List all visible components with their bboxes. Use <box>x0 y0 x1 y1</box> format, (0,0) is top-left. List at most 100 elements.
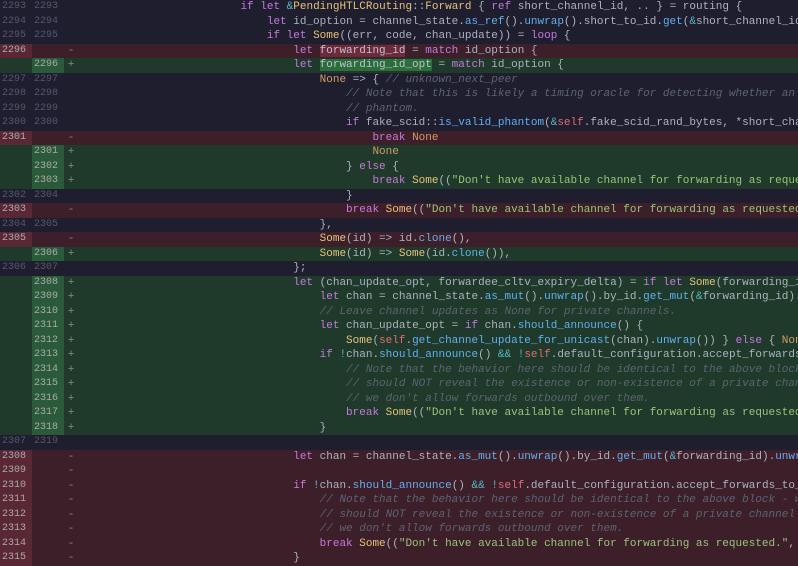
diff-line[interactable]: 2308+ let (chan_update_opt, forwardee_cl… <box>0 276 798 291</box>
code-content: let chan = channel_state.as_mut().unwrap… <box>78 450 798 465</box>
line-number-old: 2297 <box>0 73 32 88</box>
diff-line[interactable]: 2306+ Some(id) => Some(id.clone()), <box>0 247 798 262</box>
line-number-new: 2301 <box>32 145 64 160</box>
code-content: break Some(("Don't have available channe… <box>78 203 798 218</box>
code-content: // phantom. <box>78 102 798 117</box>
diff-marker: - <box>64 522 78 537</box>
diff-line[interactable]: 22992299 // phantom. <box>0 102 798 117</box>
diff-line[interactable]: 2313- // we don't allow forwards outboun… <box>0 522 798 537</box>
diff-line[interactable]: 22972297 None => { // unknown_next_peer <box>0 73 798 88</box>
diff-line[interactable]: 22952295 if let Some((err, code, chan_up… <box>0 29 798 44</box>
line-number-new: 2295 <box>32 29 64 44</box>
code-content: break Some(("Don't have available channe… <box>78 174 798 189</box>
diff-line[interactable]: 2314+ // Note that the behavior here sho… <box>0 363 798 378</box>
diff-line[interactable]: 23042305 }, <box>0 218 798 233</box>
diff-line[interactable]: 23062307 }; <box>0 261 798 276</box>
code-content: break Some(("Don't have available channe… <box>78 537 798 552</box>
diff-marker: - <box>64 464 78 479</box>
code-content: // we don't allow forwards outbound over… <box>78 522 798 537</box>
line-number-new: 2293 <box>32 0 64 15</box>
line-number-old: 2299 <box>0 102 32 117</box>
diff-line[interactable]: 2314- break Some(("Don't have available … <box>0 537 798 552</box>
diff-line[interactable]: 2315- } <box>0 551 798 566</box>
diff-line[interactable]: 2308- let chan = channel_state.as_mut().… <box>0 450 798 465</box>
diff-line[interactable]: 2309- <box>0 464 798 479</box>
code-content: break None <box>78 131 798 146</box>
diff-line[interactable]: 2303+ break Some(("Don't have available … <box>0 174 798 189</box>
line-number-old: 2305 <box>0 232 32 247</box>
line-number-new: 2313 <box>32 348 64 363</box>
diff-line[interactable]: 2309+ let chan = channel_state.as_mut().… <box>0 290 798 305</box>
code-content: break Some(("Don't have available channe… <box>78 406 798 421</box>
code-content: } <box>78 551 798 566</box>
diff-marker: + <box>64 58 78 73</box>
code-content: if !chan.should_announce() && !self.defa… <box>78 479 798 494</box>
diff-line[interactable]: 2311- // Note that the behavior here sho… <box>0 493 798 508</box>
diff-line[interactable]: 2301 - break None <box>0 131 798 146</box>
line-number-old: 2302 <box>0 189 32 204</box>
diff-marker: - <box>64 537 78 552</box>
code-content: // should NOT reveal the existence or no… <box>78 508 798 523</box>
diff-line[interactable]: 2317+ break Some(("Don't have available … <box>0 406 798 421</box>
diff-line[interactable]: 2303- break Some(("Don't have available … <box>0 203 798 218</box>
line-number-new: 2297 <box>32 73 64 88</box>
line-number-new: 2304 <box>32 189 64 204</box>
diff-line[interactable]: 2302+ } else { <box>0 160 798 175</box>
line-number-new: 2303 <box>32 174 64 189</box>
diff-marker: + <box>64 406 78 421</box>
diff-line[interactable]: 22942294 let id_option = channel_state.a… <box>0 15 798 30</box>
diff-line[interactable]: 22932293 if let &PendingHTLCRouting::For… <box>0 0 798 15</box>
diff-line[interactable]: 23002300 if fake_scid::is_valid_phantom(… <box>0 116 798 131</box>
diff-line[interactable]: 2296 - let forwarding_id = match id_optio… <box>0 44 798 59</box>
diff-line[interactable]: 23022304 } <box>0 189 798 204</box>
code-content: if let &PendingHTLCRouting::Forward { re… <box>78 0 798 15</box>
diff-line[interactable]: 2311+ let chan_update_opt = if chan.shou… <box>0 319 798 334</box>
diff-line[interactable]: 22982298 // Note that this is likely a t… <box>0 87 798 102</box>
line-number-old: 2294 <box>0 15 32 30</box>
code-content: }; <box>78 261 798 276</box>
code-content: }, <box>78 218 798 233</box>
diff-marker: + <box>64 145 78 160</box>
line-number-old: 2301 <box>0 131 32 146</box>
diff-marker: + <box>64 276 78 291</box>
diff-line[interactable]: 2305- Some(id) => id.clone(), <box>0 232 798 247</box>
diff-line[interactable]: 2310- if !chan.should_announce() && !sel… <box>0 479 798 494</box>
line-number-old: 2300 <box>0 116 32 131</box>
line-number-old: 2303 <box>0 203 32 218</box>
diff-line[interactable]: 2318+ } <box>0 421 798 436</box>
diff-line[interactable]: 2315+ // should NOT reveal the existence… <box>0 377 798 392</box>
diff-marker: - <box>64 131 78 146</box>
line-number-old: 2295 <box>0 29 32 44</box>
code-content: let chan_update_opt = if chan.should_ann… <box>78 319 798 334</box>
code-content: // should NOT reveal the existence or no… <box>78 377 798 392</box>
line-number-old: 2306 <box>0 261 32 276</box>
line-number-new: 2302 <box>32 160 64 175</box>
line-number-new: 2314 <box>32 363 64 378</box>
line-number-new: 2298 <box>32 87 64 102</box>
diff-line[interactable]: 2316+ // we don't allow forwards outboun… <box>0 392 798 407</box>
diff-marker: + <box>64 334 78 349</box>
diff-line[interactable]: 2313+ if !chan.should_announce() && !sel… <box>0 348 798 363</box>
diff-marker: + <box>64 247 78 262</box>
line-number-new: 2294 <box>32 15 64 30</box>
line-number-old: 2296 <box>0 44 32 59</box>
code-content: let id_option = channel_state.as_ref().u… <box>78 15 798 30</box>
line-number-new: 2307 <box>32 261 64 276</box>
diff-marker: - <box>64 493 78 508</box>
diff-line[interactable]: 2312+ Some(self.get_channel_update_for_u… <box>0 334 798 349</box>
diff-marker: - <box>64 44 78 59</box>
code-content: Some(self.get_channel_update_for_unicast… <box>78 334 798 349</box>
diff-line[interactable]: 2310+ // Leave channel updates as None f… <box>0 305 798 320</box>
line-number-new: 2310 <box>32 305 64 320</box>
diff-marker: + <box>64 305 78 320</box>
diff-marker: + <box>64 377 78 392</box>
diff-line[interactable]: 2296+ let forwarding_id_opt = match id_o… <box>0 58 798 73</box>
diff-line[interactable]: 23072319 <box>0 435 798 450</box>
diff-marker: + <box>64 174 78 189</box>
diff-line[interactable]: 2312- // should NOT reveal the existence… <box>0 508 798 523</box>
diff-line[interactable]: 2301+ None <box>0 145 798 160</box>
code-content: let forwarding_id = match id_option { <box>78 44 798 59</box>
code-content: let (chan_update_opt, forwardee_cltv_exp… <box>78 276 798 291</box>
line-number-old: 2307 <box>0 435 32 450</box>
code-content: let forwarding_id_opt = match id_option … <box>78 58 798 73</box>
